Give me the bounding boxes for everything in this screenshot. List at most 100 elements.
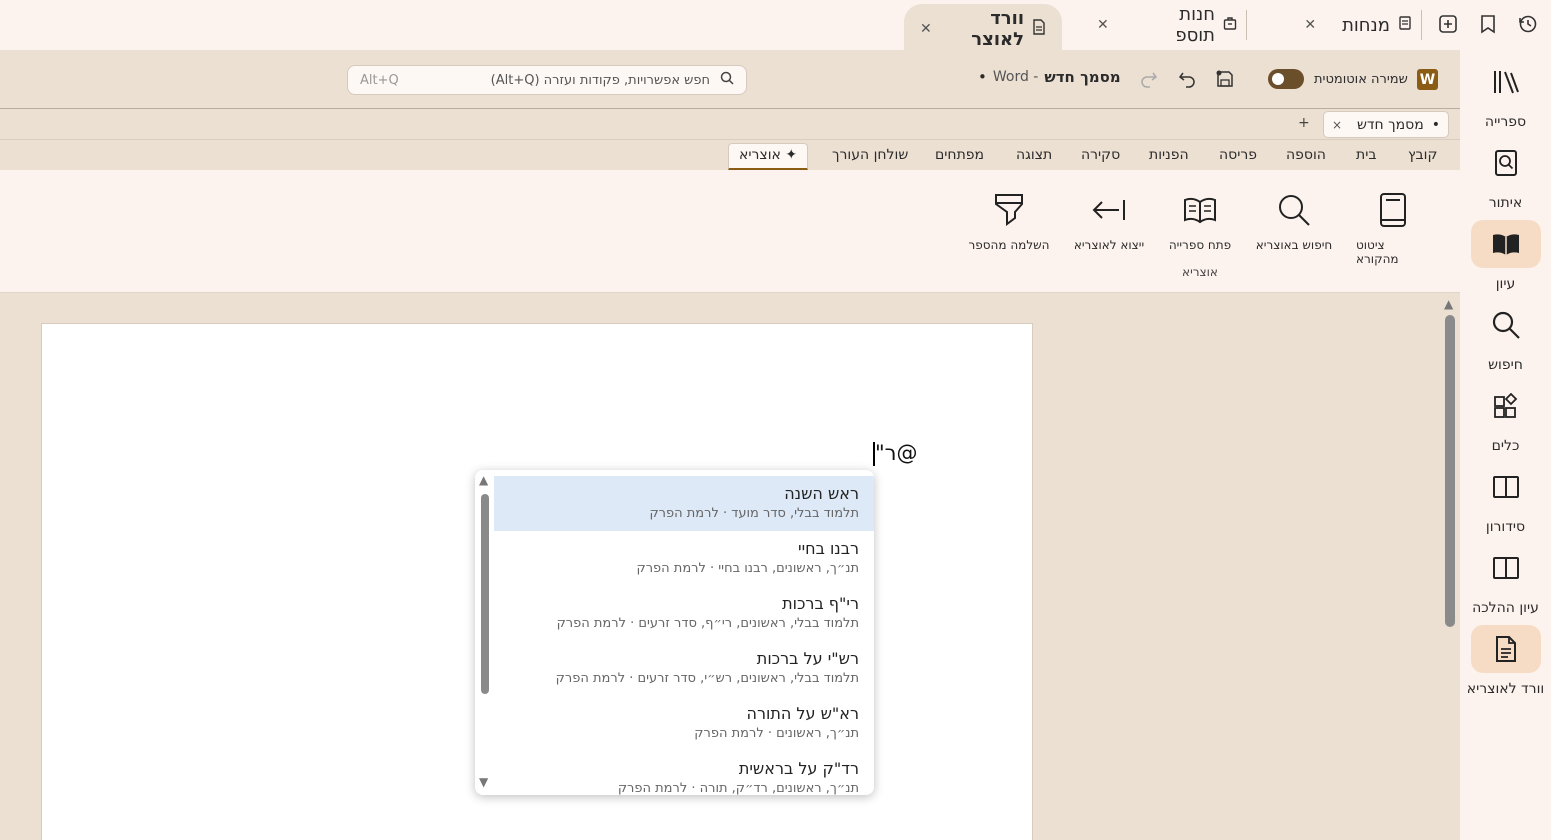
add-document-button[interactable]: + (1298, 115, 1310, 131)
suggestion-subtitle: תנ״ך, ראשונים, רד״ק, תורה · לרמת הפרק (617, 781, 859, 795)
close-icon[interactable]: ✕ (1304, 17, 1316, 33)
search-icon (1277, 190, 1311, 230)
autosave-control[interactable]: שמירה אוטומטית (1268, 69, 1408, 89)
tab-references[interactable]: הפניות (1149, 147, 1189, 163)
search-input[interactable]: חפש אפשרויות, פקודות ועזרה (Alt+Q) Alt+Q (347, 65, 747, 95)
suggestion-item[interactable]: רא"ש על התורה תנ״ך, ראשונים · לרמת הפרק (494, 696, 874, 751)
locate-icon (1471, 139, 1541, 187)
sidebar-item-label: חיפוש (1488, 357, 1523, 373)
sidebar-item-library[interactable]: ספרייה (1460, 58, 1551, 130)
suggestion-item[interactable]: רד"ק על בראשית תנ״ך, ראשונים, רד״ק, תורה… (494, 751, 874, 795)
tab-separator (1421, 10, 1422, 40)
tab-layout[interactable]: פריסה (1219, 147, 1257, 163)
book-icon (1398, 16, 1412, 34)
suggestion-item[interactable]: רי"ף ברכות תלמוד בבלי, ראשונים, רי״ף, סד… (494, 586, 874, 641)
app-name: - Word (992, 69, 1039, 85)
search-shortcut: Alt+Q (360, 72, 399, 88)
suggestion-title: רא"ש על התורה (746, 704, 859, 723)
suggestion-item[interactable]: רבנו בחיי תנ״ך, ראשונים, רבנו בחיי · לרמ… (494, 531, 874, 586)
save-icon[interactable] (1214, 68, 1236, 90)
sidebar-item-search[interactable]: חיפוש (1460, 301, 1551, 373)
new-tab-icon[interactable] (1436, 12, 1460, 36)
document-scrollbar[interactable]: ▲ (1441, 295, 1459, 840)
suggestion-title: ראש השנה (784, 484, 859, 503)
sidebar-item-word[interactable]: וורד לאוצריא (1460, 625, 1551, 697)
typed-text-value: @ר" (875, 441, 918, 465)
search-placeholder: חפש אפשרויות, פקודות ועזרה (Alt+Q) (490, 72, 710, 88)
undo-icon[interactable] (1176, 68, 1198, 90)
button-label: ייצוא לאוצריא (1073, 238, 1145, 252)
typed-text[interactable]: @ר" (873, 441, 918, 466)
bookmark-icon[interactable] (1476, 12, 1500, 36)
ribbon-panel: ציטוט מהקורא חיפוש באוצריא פתח ספרייה יי… (0, 170, 1460, 293)
document-tab-dot: • (1431, 116, 1440, 133)
popup-scrollbar-thumb[interactable] (481, 494, 489, 694)
sidebar-item-halacha[interactable]: עיון ההלכה (1460, 544, 1551, 616)
quote-from-reader-button[interactable]: ציטוט מהקורא (1356, 190, 1430, 266)
suggestion-subtitle: תלמוד בבלי, ראשונים, רש״י, סדר זרעים · ל… (555, 671, 859, 686)
open-library-button[interactable]: פתח ספרייה (1168, 190, 1232, 252)
sidebar-item-locate[interactable]: איתור (1460, 139, 1551, 211)
scroll-up-icon[interactable]: ▲ (1444, 297, 1453, 311)
tab-insert[interactable]: הוספה (1286, 147, 1326, 163)
tab-developer[interactable]: מפתחים (935, 147, 984, 163)
close-icon[interactable]: ✕ (920, 21, 932, 37)
close-icon[interactable]: ✕ (1097, 17, 1109, 33)
tab-editor-desk[interactable]: שולחן העורך (832, 147, 908, 163)
open-library-icon (1183, 190, 1217, 230)
suggestion-title: רש"י על ברכות (756, 649, 859, 668)
scroll-up-icon[interactable]: ▲ (479, 473, 488, 487)
document-tab[interactable]: • מסמך חדש × (1323, 111, 1449, 138)
halacha-icon (1471, 544, 1541, 592)
tab-review[interactable]: סקירה (1081, 147, 1120, 163)
ribbon-group-label: אוצריא (1182, 265, 1218, 279)
button-label: חיפוש באוצריא (1255, 238, 1333, 252)
tab-home[interactable]: בית (1356, 147, 1376, 163)
ribbon-tabs: קובץ בית הוספה פריסה הפניות סקירה תצוגה … (0, 140, 1460, 170)
search-otzaria-button[interactable]: חיפוש באוצריא (1255, 190, 1333, 252)
scrollbar-thumb[interactable] (1445, 315, 1455, 627)
suggestion-item[interactable]: רש"י על ברכות תלמוד בבלי, ראשונים, רש״י,… (494, 641, 874, 696)
complete-from-book-button[interactable]: השלמה מהספר (968, 190, 1050, 252)
export-to-otzaria-button[interactable]: ייצוא לאוצריא (1073, 190, 1145, 252)
tab-separator (1246, 10, 1247, 40)
search-icon (1471, 301, 1541, 349)
autosave-label: שמירה אוטומטית (1314, 71, 1408, 87)
autosave-toggle[interactable] (1268, 69, 1304, 89)
export-arrow-icon (1091, 190, 1127, 230)
sidebar-item-tools[interactable]: כלים (1460, 382, 1551, 454)
sidebar-item-label: עיון (1495, 276, 1516, 292)
suggestion-subtitle: תלמוד בבלי, סדר מועד · לרמת הפרק (649, 506, 859, 521)
button-label: פתח ספרייה (1168, 238, 1232, 252)
suggestion-title: רבנו בחיי (798, 539, 859, 558)
button-label: ציטוט מהקורא (1356, 238, 1399, 266)
document-tab-label: מסמך חדש (1356, 116, 1424, 133)
sidebar-item-label: איתור (1488, 195, 1523, 211)
tab-file[interactable]: קובץ (1408, 147, 1437, 163)
history-icon[interactable] (1516, 12, 1540, 36)
tab-otzaria[interactable]: ✦ אוצריא (728, 143, 809, 170)
popup-scrollbar[interactable]: ▲ ▼ (475, 470, 494, 795)
document-name: מסמך חדש (1044, 68, 1121, 86)
search-icon (720, 71, 734, 89)
tab-word-active[interactable]: וורד לאוצר ✕ (904, 4, 1062, 54)
tab-menachot[interactable]: מנחות ✕ (1272, 0, 1412, 50)
sidebar-item-siddur[interactable]: סידורון (1460, 463, 1551, 535)
tab-store[interactable]: חנות תוספ ✕ (1097, 0, 1237, 50)
redo-icon[interactable] (1138, 68, 1160, 90)
tab-label: חנות תוספ (1175, 4, 1215, 46)
button-label: השלמה מהספר (968, 238, 1050, 252)
store-icon (1223, 16, 1237, 34)
suggestion-item[interactable]: ראש השנה תלמוד בבלי, סדר מועד · לרמת הפר… (494, 476, 874, 531)
suggestion-subtitle: תנ״ך, ראשונים · לרמת הפרק (694, 726, 859, 741)
tab-label: וורד לאוצר (971, 8, 1024, 50)
sidebar-item-study[interactable]: עיון (1460, 220, 1551, 292)
open-book-icon (1470, 220, 1541, 268)
tab-view[interactable]: תצוגה (1016, 147, 1052, 163)
sidebar-item-label: סידורון (1485, 519, 1526, 535)
close-icon[interactable]: × (1332, 118, 1342, 132)
scroll-down-icon[interactable]: ▼ (479, 775, 488, 789)
word-logo: W (1417, 69, 1438, 90)
document-title: מסמך חדש - Word • (978, 68, 1121, 86)
browser-tab-bar: מנחות ✕ חנות תוספ ✕ וורד לאוצר ✕ (0, 0, 1551, 54)
